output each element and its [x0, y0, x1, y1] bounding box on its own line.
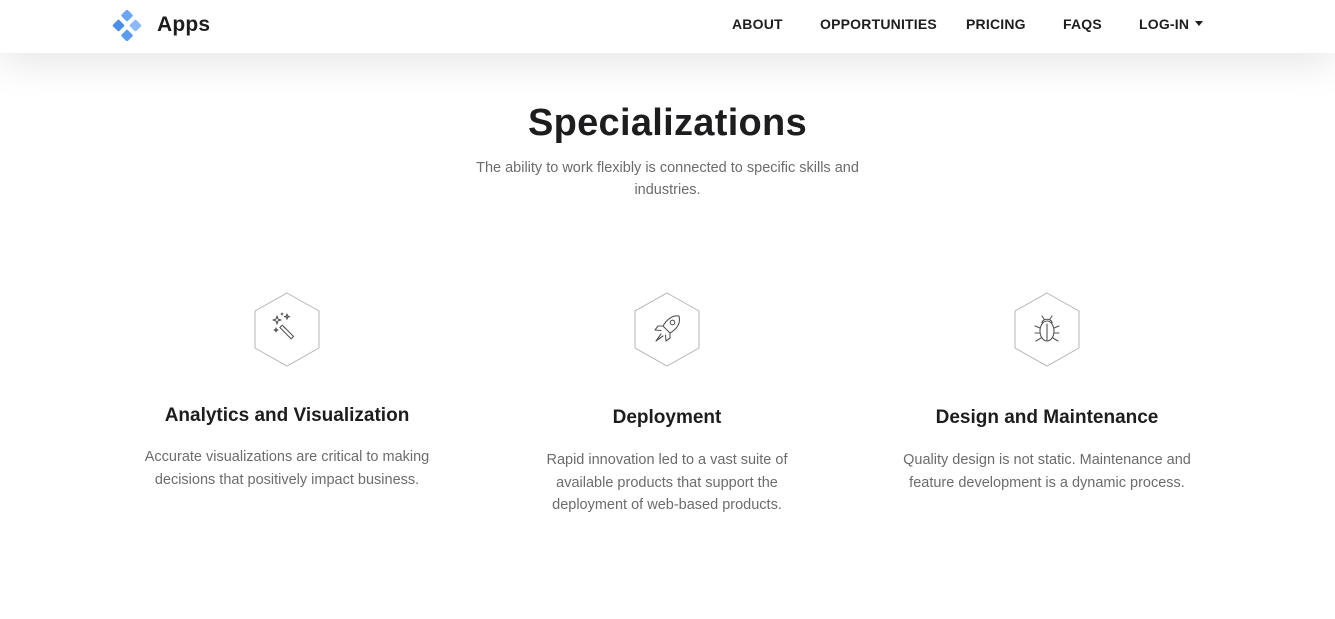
nav-login-dropdown[interactable]: LOG-IN [1139, 16, 1204, 32]
caret-down-icon [1195, 21, 1204, 26]
section-subtitle: The ability to work flexibly is connecte… [476, 160, 859, 198]
feature-description: Rapid innovation led to a vast suite of … [546, 452, 788, 513]
specializations-section: Specializations The ability to work flex… [0, 95, 1335, 201]
nav-opportunities[interactable]: OPPORTUNITIES [820, 16, 937, 32]
bug-icon [882, 292, 1212, 367]
feature-title: Deployment [612, 407, 722, 428]
nav-login-label: LOG-IN [1139, 16, 1190, 32]
nav-faqs[interactable]: FAQS [1063, 16, 1102, 32]
section-title: Specializations [527, 102, 808, 144]
feature-card-analytics: Analytics and Visualization Accurate vis… [122, 292, 452, 491]
feature-title: Design and Maintenance [935, 407, 1159, 428]
magic-wand-icon [122, 292, 452, 367]
feature-description: Accurate visualizations are critical to … [144, 449, 430, 488]
nav-pricing[interactable]: PRICING [966, 16, 1026, 32]
feature-card-deployment: Deployment Rapid innovation led to a vas… [502, 292, 832, 517]
rocket-icon [502, 292, 832, 367]
feature-card-design: Design and Maintenance Quality design is… [882, 292, 1212, 494]
feature-title: Analytics and Visualization [164, 405, 410, 426]
main-nav: ABOUT OPPORTUNITIES PRICING FAQS LOG-IN [0, 16, 1335, 36]
feature-description: Quality design is not static. Maintenanc… [903, 452, 1191, 491]
nav-about[interactable]: ABOUT [732, 16, 783, 32]
top-navbar: Apps ABOUT OPPORTUNITIES PRICING FAQS LO… [0, 0, 1335, 53]
